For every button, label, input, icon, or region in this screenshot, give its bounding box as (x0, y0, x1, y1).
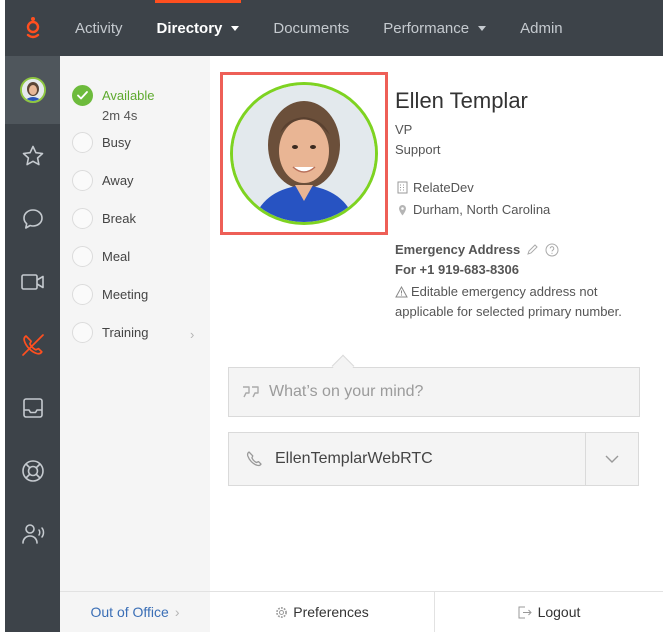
status-training[interactable]: Training (72, 322, 148, 343)
out-of-office-label: Out of Office (90, 604, 169, 620)
inbox-icon (22, 397, 43, 418)
gear-icon (276, 606, 288, 618)
help-circle-icon[interactable] (545, 243, 559, 257)
status-timer: 2m 4s (102, 108, 138, 123)
profile-location-label: Durham, North Carolina (413, 202, 551, 217)
logout-button[interactable]: Logout (435, 592, 663, 632)
status-available[interactable]: Available 2m 4s (72, 85, 155, 123)
rail-calls[interactable] (5, 313, 60, 376)
status-break-label: Break (102, 211, 136, 226)
rail-inbox[interactable] (5, 376, 60, 439)
left-rail (5, 56, 60, 632)
profile-organization: RelateDev (395, 180, 474, 195)
profile-title: VP (395, 122, 413, 137)
status-meeting-label: Meeting (102, 287, 149, 302)
rail-video[interactable] (5, 250, 60, 313)
edit-pencil-icon[interactable] (526, 243, 539, 256)
check-icon (72, 85, 93, 106)
nav-performance-label: Performance (383, 19, 470, 37)
preferences-button[interactable]: Preferences (210, 592, 435, 632)
chat-bubble-icon (22, 208, 43, 229)
emergency-note-text: Editable emergency address not applicabl… (395, 284, 622, 319)
profile-name: Ellen Templar (395, 88, 528, 113)
rail-profile[interactable] (5, 56, 60, 124)
emergency-note: Editable emergency address not applicabl… (395, 282, 625, 322)
nav-admin-label: Admin (520, 19, 563, 37)
nav-performance[interactable]: Performance (383, 0, 487, 56)
chevron-right-icon: › (174, 604, 180, 620)
profile-location: Durham, North Carolina (395, 202, 550, 217)
status-meal[interactable]: Meal (72, 246, 130, 267)
nav-activity-label: Activity (75, 19, 123, 37)
radio-icon (72, 246, 93, 267)
radio-icon (72, 208, 93, 229)
video-icon (20, 273, 44, 290)
nav-admin[interactable]: Admin (520, 0, 563, 56)
status-meal-label: Meal (102, 249, 131, 264)
phone-icon (246, 451, 262, 467)
rail-help[interactable] (5, 439, 60, 502)
out-of-office-link[interactable]: Out of Office › (60, 592, 210, 632)
chevron-right-icon[interactable]: › (190, 327, 194, 342)
status-training-label: Training (102, 325, 149, 340)
logout-icon (518, 606, 532, 618)
nav-directory-label: Directory (156, 19, 223, 37)
phone-dropdown-toggle[interactable] (585, 433, 638, 485)
profile-organization-label: RelateDev (413, 180, 474, 195)
profile-department: Support (395, 142, 441, 157)
phone-selector[interactable]: EllenTemplarWebRTC (228, 432, 639, 486)
building-icon (395, 181, 409, 194)
preferences-label: Preferences (293, 604, 369, 620)
genesys-logo-icon[interactable] (5, 0, 60, 56)
people-speaking-icon (21, 523, 44, 544)
status-available-label: Available (102, 88, 155, 103)
status-meeting[interactable]: Meeting (72, 284, 148, 305)
nav-documents-label: Documents (273, 19, 350, 37)
chevron-down-icon (605, 455, 619, 463)
nav-documents[interactable]: Documents (273, 0, 349, 56)
radio-icon (72, 132, 93, 153)
window-edge (663, 0, 668, 632)
status-busy-label: Busy (102, 135, 131, 150)
phone-selected-value: EllenTemplarWebRTC (275, 450, 433, 467)
emergency-address-heading: Emergency Address (395, 242, 559, 257)
emergency-heading-label: Emergency Address (395, 242, 521, 257)
rail-favorites[interactable] (5, 124, 60, 187)
nav-directory[interactable]: Directory (154, 0, 242, 56)
status-busy[interactable]: Busy (72, 132, 131, 153)
logout-label: Logout (537, 604, 581, 620)
status-post-input[interactable]: What’s on your mind? (228, 367, 640, 417)
presence-panel: Available 2m 4s Busy Away Break Meal Mee… (60, 56, 210, 591)
rail-chat[interactable] (5, 187, 60, 250)
star-icon (22, 145, 43, 165)
chevron-down-icon (478, 25, 487, 31)
profile-photo (230, 82, 378, 225)
nav-activity[interactable]: Activity (75, 0, 123, 56)
radio-icon (72, 284, 93, 305)
radio-icon (72, 170, 93, 191)
map-pin-icon (395, 204, 409, 216)
rail-people[interactable] (5, 502, 60, 565)
top-navigation: Activity Directory Documents Performance… (5, 0, 663, 56)
status-away[interactable]: Away (72, 170, 134, 191)
profile-photo-highlight[interactable] (220, 72, 388, 235)
chevron-down-icon (231, 25, 240, 31)
footer-bar: Out of Office › Preferences Logout (60, 591, 663, 632)
status-break[interactable]: Break (72, 208, 136, 229)
lifebuoy-icon (21, 459, 44, 482)
avatar (19, 77, 46, 103)
warning-icon (395, 285, 408, 298)
quote-icon (243, 386, 259, 398)
radio-icon (72, 322, 93, 343)
phone-off-icon (21, 333, 44, 356)
status-away-label: Away (102, 173, 134, 188)
emergency-number: For +1 919-683-8306 (395, 262, 519, 277)
status-post-placeholder: What’s on your mind? (269, 383, 424, 400)
